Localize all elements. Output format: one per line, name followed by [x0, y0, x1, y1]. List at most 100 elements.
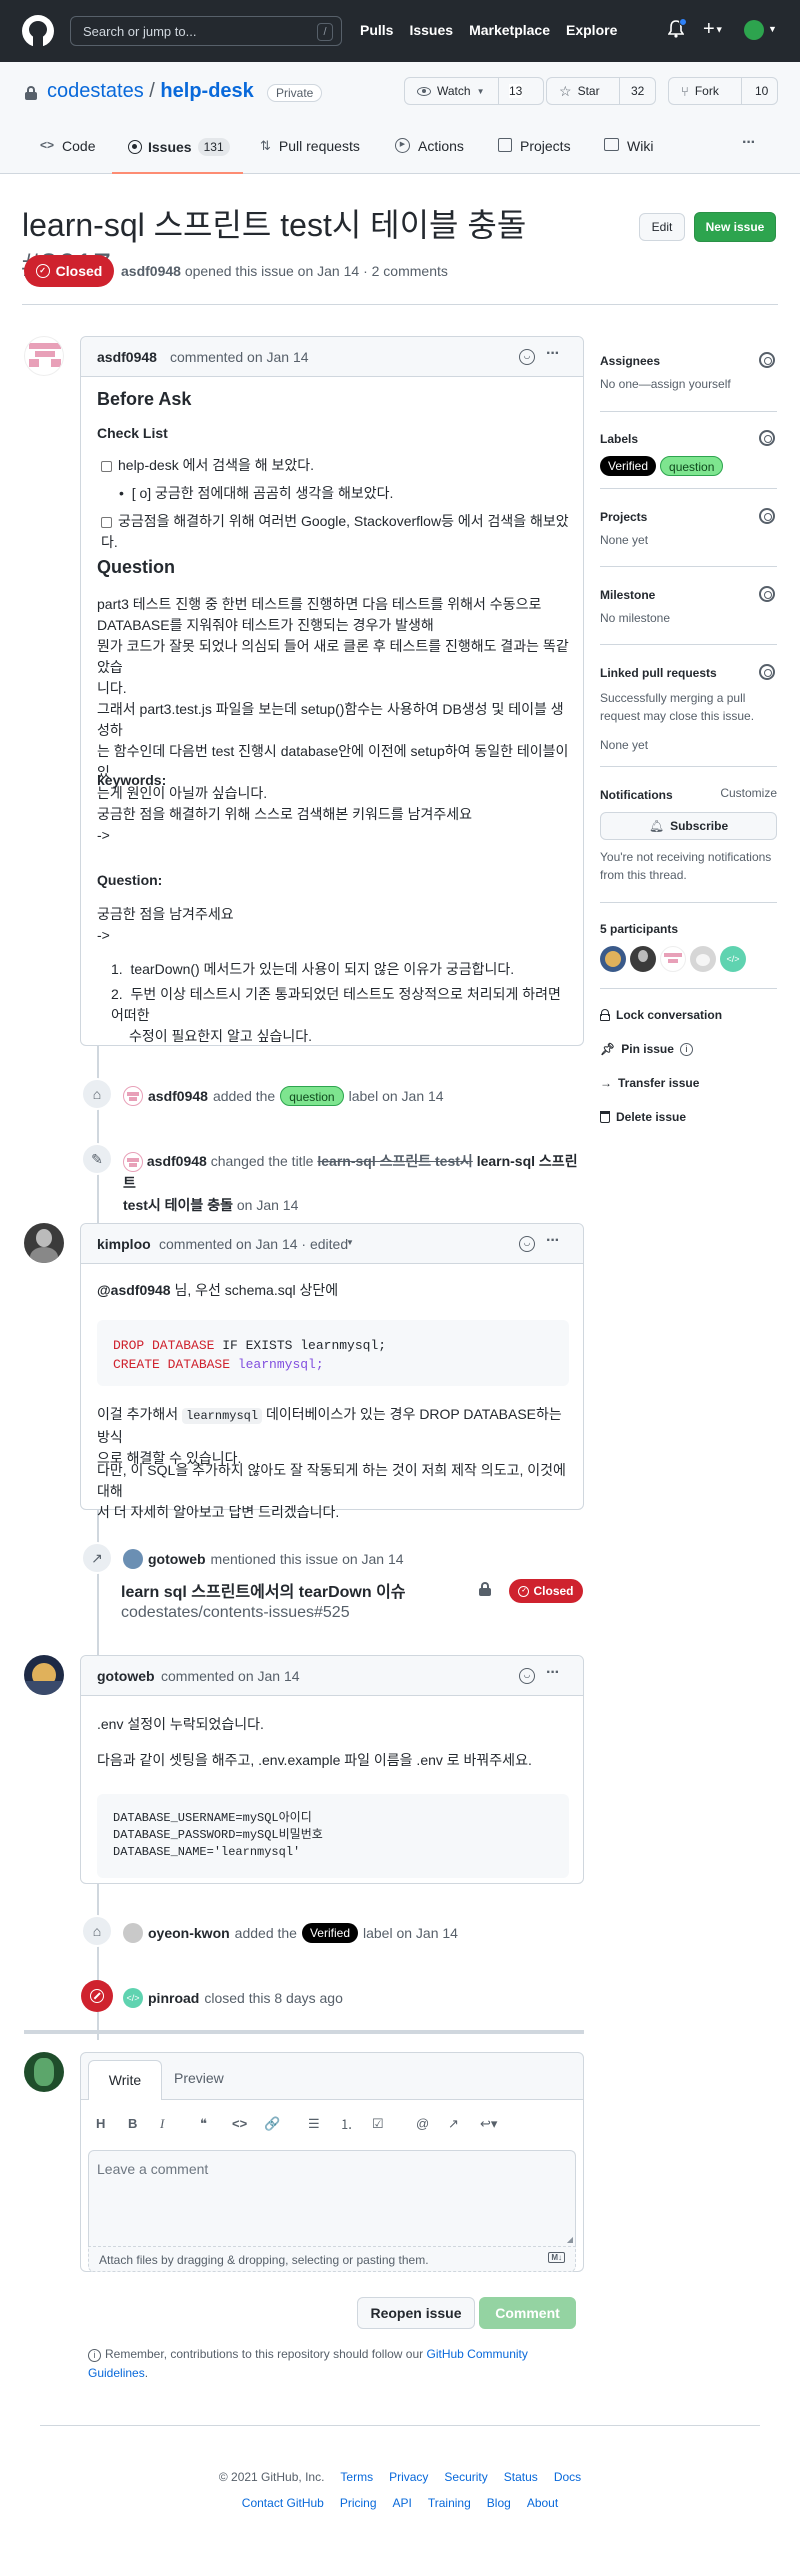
create-new-icon[interactable]: +▼ — [703, 19, 724, 40]
repo-owner-link[interactable]: codestates — [47, 80, 144, 102]
tab-issues[interactable]: Issues 131 — [112, 130, 243, 174]
avatar[interactable] — [24, 1655, 64, 1695]
reference-repo[interactable]: codestates/contents-issues#525 — [121, 1604, 350, 1622]
code-icon[interactable]: <> — [232, 2116, 264, 2131]
bold-icon[interactable]: B — [128, 2116, 160, 2131]
comment-menu-icon[interactable]: ··· — [546, 1232, 560, 1250]
gear-icon[interactable] — [759, 430, 775, 446]
comment-timestamp[interactable]: commented on Jan 14 · edited — [159, 1236, 348, 1252]
github-logo-icon[interactable] — [22, 15, 54, 47]
task-list-icon[interactable]: ☑ — [372, 2116, 416, 2132]
more-tabs-icon[interactable]: ··· — [742, 134, 756, 152]
participant-avatar[interactable] — [630, 946, 656, 972]
edited-dropdown-icon[interactable]: ▼ — [346, 1238, 354, 1247]
footer-link-privacy[interactable]: Privacy — [389, 2470, 428, 2484]
label-question[interactable]: question — [280, 1086, 344, 1106]
user-mention[interactable]: @asdf0948 — [97, 1282, 171, 1298]
gear-icon[interactable] — [759, 508, 775, 524]
footer-link-training[interactable]: Training — [428, 2496, 471, 2510]
smiley-icon[interactable]: ◡ — [519, 349, 535, 365]
cross-reference-icon[interactable]: ↗ — [448, 2116, 480, 2132]
quote-icon[interactable]: ❝ — [200, 2116, 232, 2132]
repo-name-link[interactable]: help-desk — [160, 80, 253, 102]
event-author[interactable]: oyeon-kwon — [148, 1925, 230, 1941]
participant-avatar[interactable] — [600, 946, 626, 972]
comment-button[interactable]: Comment — [479, 2297, 576, 2329]
label-question[interactable]: question — [660, 456, 724, 476]
task-checkbox[interactable] — [101, 516, 112, 528]
attach-files-bar[interactable]: Attach files by dragging & dropping, sel… — [88, 2246, 576, 2272]
tab-pull-requests[interactable]: ⇅ Pull requests — [260, 138, 360, 154]
label-verified[interactable]: Verified — [301, 1923, 358, 1943]
fork-button[interactable]: ⑂ Fork 10 — [668, 77, 778, 105]
mention-icon[interactable]: @ — [416, 2116, 448, 2131]
smiley-icon[interactable]: ◡ — [519, 1236, 535, 1252]
ordered-list-icon[interactable]: ⒈ — [340, 2114, 372, 2133]
nav-marketplace[interactable]: Marketplace — [469, 22, 550, 38]
tab-actions[interactable]: ▶ Actions — [395, 138, 464, 154]
comment-textarea[interactable]: Leave a comment ◢ — [88, 2150, 576, 2246]
reference-title[interactable]: learn sql 스프린트에서의 tearDown 이슈 — [121, 1578, 406, 1602]
footer-link-contact[interactable]: Contact GitHub — [242, 2496, 324, 2510]
participant-avatar[interactable] — [660, 946, 686, 972]
heading-icon[interactable]: H — [96, 2116, 128, 2131]
participant-avatar[interactable] — [690, 946, 716, 972]
italic-icon[interactable]: I — [160, 2116, 200, 2132]
event-author[interactable]: asdf0948 — [148, 1088, 208, 1104]
comment-menu-icon[interactable]: ··· — [546, 1664, 560, 1682]
participant-avatar[interactable]: </> — [720, 946, 746, 972]
sidebar-milestone[interactable]: Milestone No milestone — [600, 586, 777, 625]
star-button[interactable]: ☆ Star 32 — [546, 77, 656, 105]
lock-conversation-link[interactable]: Lock conversation — [600, 1006, 777, 1024]
nav-pulls[interactable]: Pulls — [360, 22, 393, 38]
avatar[interactable] — [24, 336, 64, 376]
footer-link-terms[interactable]: Terms — [340, 2470, 373, 2484]
event-author[interactable]: asdf0948 — [147, 1153, 207, 1169]
issue-author-link[interactable]: asdf0948 — [121, 263, 181, 279]
nav-issues[interactable]: Issues — [409, 22, 453, 38]
comment-author[interactable]: gotoweb — [97, 1668, 155, 1684]
unordered-list-icon[interactable]: ☰ — [308, 2116, 340, 2132]
footer-link-blog[interactable]: Blog — [487, 2496, 511, 2510]
watch-button[interactable]: Watch ▼ 13 — [404, 77, 544, 105]
nav-explore[interactable]: Explore — [566, 22, 617, 38]
transfer-issue-link[interactable]: → Transfer issue — [600, 1074, 777, 1092]
sidebar-value[interactable]: No one—assign yourself — [600, 377, 777, 391]
task-checkbox[interactable] — [101, 460, 112, 472]
footer-link-pricing[interactable]: Pricing — [340, 2496, 377, 2510]
user-avatar[interactable] — [744, 20, 764, 40]
pin-issue-link[interactable]: 📌︎ Pin issue i — [600, 1040, 777, 1058]
footer-link-docs[interactable]: Docs — [554, 2470, 581, 2484]
comment-timestamp[interactable]: commented on Jan 14 — [170, 349, 309, 365]
resize-handle-icon[interactable]: ◢ — [567, 2235, 573, 2244]
tab-code[interactable]: <> Code — [40, 138, 95, 174]
guidelines-link-cont[interactable]: Guidelines — [88, 2366, 145, 2380]
avatar-dropdown-icon[interactable]: ▼ — [768, 24, 777, 34]
comment-author[interactable]: kimploo — [97, 1236, 151, 1252]
sidebar-assignees[interactable]: Assignees No one—assign yourself — [600, 352, 777, 391]
gear-icon[interactable] — [759, 664, 775, 680]
tab-preview[interactable]: Preview — [174, 2070, 224, 2086]
sidebar-labels[interactable]: Labels Verified question — [600, 430, 777, 476]
gear-icon[interactable] — [759, 352, 775, 368]
tab-wiki[interactable]: Wiki — [604, 138, 653, 154]
customize-link[interactable]: Customize — [720, 786, 777, 800]
footer-link-security[interactable]: Security — [444, 2470, 487, 2484]
sidebar-linked-prs[interactable]: Linked pull requests Successfully mergin… — [600, 664, 777, 752]
sidebar-projects[interactable]: Projects None yet — [600, 508, 777, 547]
comment-timestamp[interactable]: commented on Jan 14 — [161, 1668, 300, 1684]
footer-link-status[interactable]: Status — [504, 2470, 538, 2484]
event-author[interactable]: pinroad — [148, 1990, 199, 2006]
avatar[interactable] — [24, 2052, 64, 2092]
link-icon[interactable]: 🔗 — [264, 2116, 308, 2132]
edit-button[interactable]: Edit — [639, 213, 685, 241]
avatar[interactable] — [24, 1223, 64, 1263]
label-verified[interactable]: Verified — [600, 456, 657, 476]
tab-projects[interactable]: Projects — [498, 138, 571, 154]
comment-menu-icon[interactable]: ··· — [546, 345, 560, 363]
tab-write[interactable]: Write — [88, 2060, 162, 2101]
bell-icon[interactable] — [667, 18, 687, 38]
gear-icon[interactable] — [759, 586, 775, 602]
comment-author[interactable]: asdf0948 — [97, 349, 157, 365]
new-issue-button[interactable]: New issue — [694, 212, 776, 242]
